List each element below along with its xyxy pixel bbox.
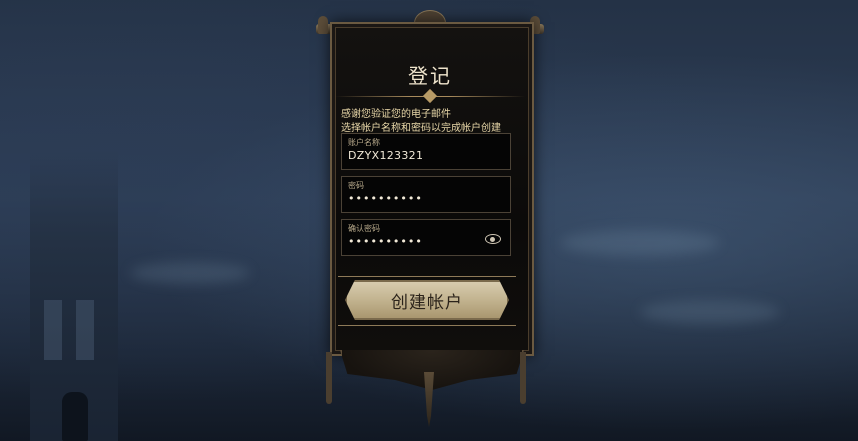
account-name-value: DZYX123321 — [348, 149, 424, 162]
banner-tassel-right — [520, 352, 526, 404]
password-field[interactable]: 密码 •••••••••• — [341, 176, 511, 213]
tower-window — [76, 300, 94, 360]
character-silhouette — [62, 392, 88, 441]
cloud — [640, 300, 780, 324]
create-account-button[interactable]: 创建帐户 — [345, 280, 509, 320]
eye-icon[interactable] — [485, 234, 501, 244]
message-line-1: 感谢您验证您的电子邮件 — [341, 109, 451, 120]
confirm-password-field[interactable]: 确认密码 •••••••••• — [341, 219, 511, 256]
cloud — [130, 262, 250, 284]
password-value: •••••••••• — [348, 192, 423, 205]
password-label: 密码 — [348, 181, 364, 190]
account-name-field[interactable]: 账户名称 DZYX123321 — [341, 133, 511, 170]
message-line-2: 选择帐户名称和密码以完成帐户创建 — [341, 123, 501, 134]
banner-tassel-left — [326, 352, 332, 404]
account-name-label: 账户名称 — [348, 138, 380, 147]
cloud — [560, 230, 720, 256]
dialog-title: 登记 — [408, 64, 452, 88]
confirm-password-value: •••••••••• — [348, 235, 423, 248]
confirm-password-label: 确认密码 — [348, 224, 380, 233]
banner-finial-left — [318, 16, 328, 34]
tower-window — [44, 300, 62, 360]
